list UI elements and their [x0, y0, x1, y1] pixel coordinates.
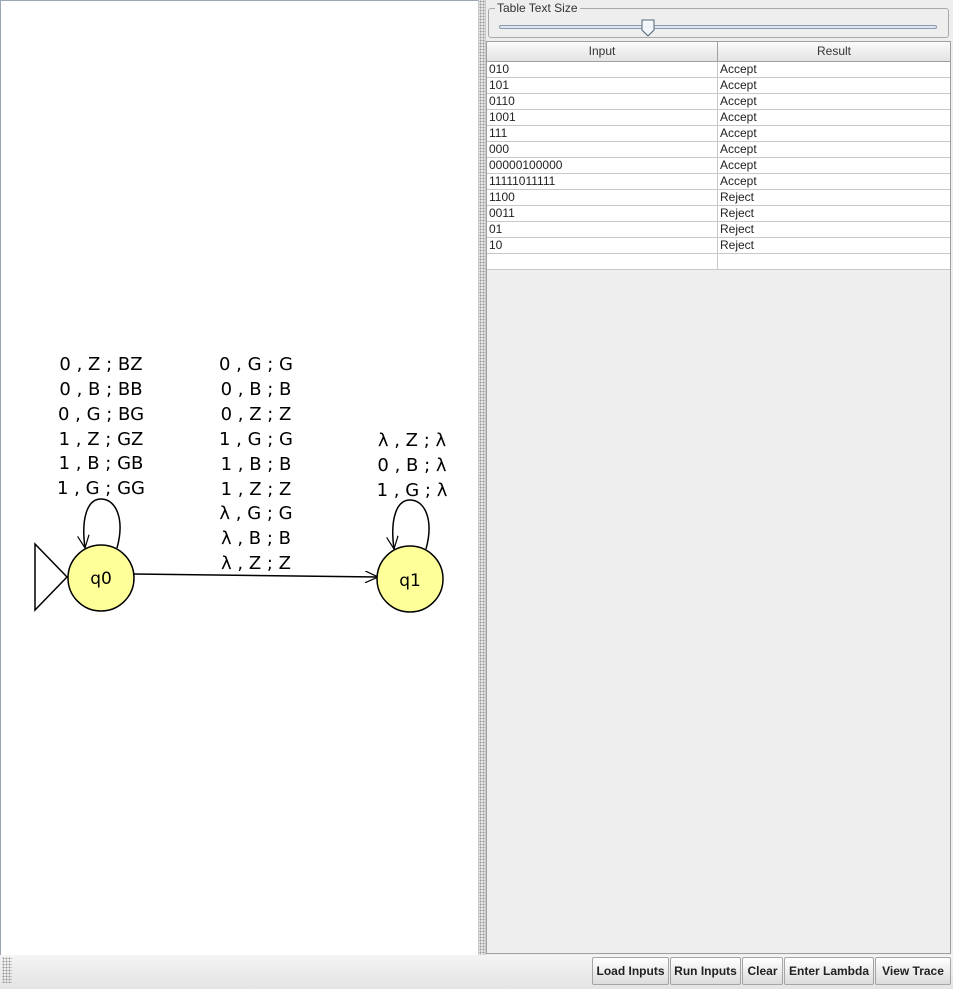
run-inputs-button[interactable]: Run Inputs — [670, 957, 741, 985]
self-loop-q1 — [393, 499, 430, 549]
table-row[interactable]: 010 Accept — [487, 62, 950, 78]
transition-label: 0 , G ; G — [219, 354, 293, 375]
automaton-canvas[interactable]: q0 q1 0 , Z ; BZ 0 , B ; BB 0 , G ; BG 1… — [0, 0, 478, 955]
result-cell: Accept — [720, 94, 757, 108]
result-cell: Accept — [720, 126, 757, 140]
table-row[interactable]: 1001 Accept — [487, 110, 950, 126]
table-row[interactable]: 0011 Reject — [487, 206, 950, 222]
table-text-size-slider-track[interactable] — [499, 25, 937, 29]
input-cell[interactable]: 010 — [487, 62, 718, 77]
bottom-toolbar: Load Inputs Run Inputs Clear Enter Lambd… — [0, 955, 953, 989]
transition-label: 1 , Z ; Z — [221, 479, 292, 500]
input-cell[interactable]: 1001 — [487, 110, 718, 125]
table-header: Input Result — [487, 42, 950, 62]
state-q0[interactable]: q0 — [67, 544, 135, 612]
transition-label: 1 , B ; B — [221, 454, 292, 475]
transition-arrow-q0-q1 — [133, 574, 378, 577]
table-row[interactable]: 000 Accept — [487, 142, 950, 158]
transition-label: 1 , G ; G — [219, 429, 293, 450]
result-cell: Reject — [720, 222, 755, 236]
input-cell[interactable] — [487, 254, 718, 269]
table-row[interactable] — [487, 254, 950, 270]
table-body: 010 Accept 101 Accept 0110 Accept 1001 Accep… — [487, 62, 950, 270]
transition-label: 0 , Z ; Z — [221, 404, 292, 425]
edge-q0-q1-labels: 0 , G ; G 0 , B ; B 0 , Z ; Z 1 , G ; G … — [219, 354, 293, 574]
column-header-input[interactable]: Input — [487, 42, 718, 61]
table-row[interactable]: 00000100000 Accept — [487, 158, 950, 174]
input-cell[interactable]: 101 — [487, 78, 718, 93]
input-cell[interactable]: 0110 — [487, 94, 718, 109]
input-cell[interactable]: 00000100000 — [487, 158, 718, 173]
transition-label: λ , Z ; λ — [378, 430, 447, 451]
input-cell[interactable]: 111 — [487, 126, 718, 141]
transition-label: 1 , G ; λ — [377, 480, 448, 501]
result-cell: Accept — [720, 158, 757, 172]
initial-state-marker — [34, 542, 69, 612]
table-text-size-title: Table Text Size — [495, 1, 580, 15]
table-row[interactable]: 1100 Reject — [487, 190, 950, 206]
column-header-result[interactable]: Result — [718, 42, 950, 61]
transition-label: 0 , B ; BB — [59, 379, 142, 400]
input-table-panel: Table Text Size Input Result 010 Accept 1… — [486, 0, 953, 955]
transition-label: λ , B ; B — [221, 528, 291, 549]
clear-button[interactable]: Clear — [742, 957, 783, 985]
enter-lambda-button[interactable]: Enter Lambda — [784, 957, 874, 985]
loop-q0-labels: 0 , Z ; BZ 0 , B ; BB 0 , G ; BG 1 , Z ;… — [57, 354, 145, 499]
result-cell: Reject — [720, 190, 755, 204]
loop-q1-labels: λ , Z ; λ 0 , B ; λ 1 , G ; λ — [377, 430, 448, 501]
state-q1-label: q1 — [399, 571, 421, 591]
result-cell: Accept — [720, 110, 757, 124]
view-trace-button[interactable]: View Trace — [875, 957, 951, 985]
input-cell[interactable]: 1100 — [487, 190, 718, 205]
transition-label: 1 , G ; GG — [57, 478, 145, 499]
result-cell: Accept — [720, 142, 757, 156]
result-cell: Accept — [720, 174, 757, 188]
resize-grip[interactable] — [2, 957, 12, 983]
state-q1[interactable]: q1 — [376, 545, 444, 613]
input-cell[interactable]: 000 — [487, 142, 718, 157]
transition-label: 0 , G ; BG — [58, 404, 144, 425]
transition-label: 0 , B ; B — [221, 379, 292, 400]
slider-thumb[interactable] — [641, 19, 655, 37]
result-cell: Reject — [720, 238, 755, 252]
input-cell[interactable]: 11111011111 — [487, 174, 718, 189]
transition-label: 0 , B ; λ — [377, 455, 446, 476]
transition-label: λ , Z ; Z — [221, 553, 291, 574]
self-loop-q0 — [84, 498, 121, 548]
state-q0-label: q0 — [90, 569, 112, 589]
result-cell — [718, 254, 950, 269]
table-row[interactable]: 10 Reject — [487, 238, 950, 254]
split-pane-divider[interactable] — [478, 0, 486, 955]
result-cell: Accept — [720, 78, 757, 92]
table-row[interactable]: 11111011111 Accept — [487, 174, 950, 190]
result-cell: Reject — [720, 206, 755, 220]
table-text-size-group: Table Text Size — [488, 1, 949, 38]
result-cell: Accept — [720, 62, 757, 76]
input-cell[interactable]: 01 — [487, 222, 718, 237]
table-row[interactable]: 01 Reject — [487, 222, 950, 238]
table-row[interactable]: 101 Accept — [487, 78, 950, 94]
transition-label: 1 , B ; GB — [59, 453, 144, 474]
table-row[interactable]: 0110 Accept — [487, 94, 950, 110]
transition-label: λ , G ; G — [219, 503, 292, 524]
load-inputs-button[interactable]: Load Inputs — [592, 957, 669, 985]
transition-label: 1 , Z ; GZ — [59, 429, 144, 450]
inputs-table: Input Result 010 Accept 101 Accept 0110 Acc… — [486, 41, 951, 954]
input-cell[interactable]: 10 — [487, 238, 718, 253]
table-row[interactable]: 111 Accept — [487, 126, 950, 142]
input-cell[interactable]: 0011 — [487, 206, 718, 221]
transition-label: 0 , Z ; BZ — [59, 354, 142, 375]
automaton-diagram: q0 q1 0 , Z ; BZ 0 , B ; BB 0 , G ; BG 1… — [34, 354, 448, 613]
